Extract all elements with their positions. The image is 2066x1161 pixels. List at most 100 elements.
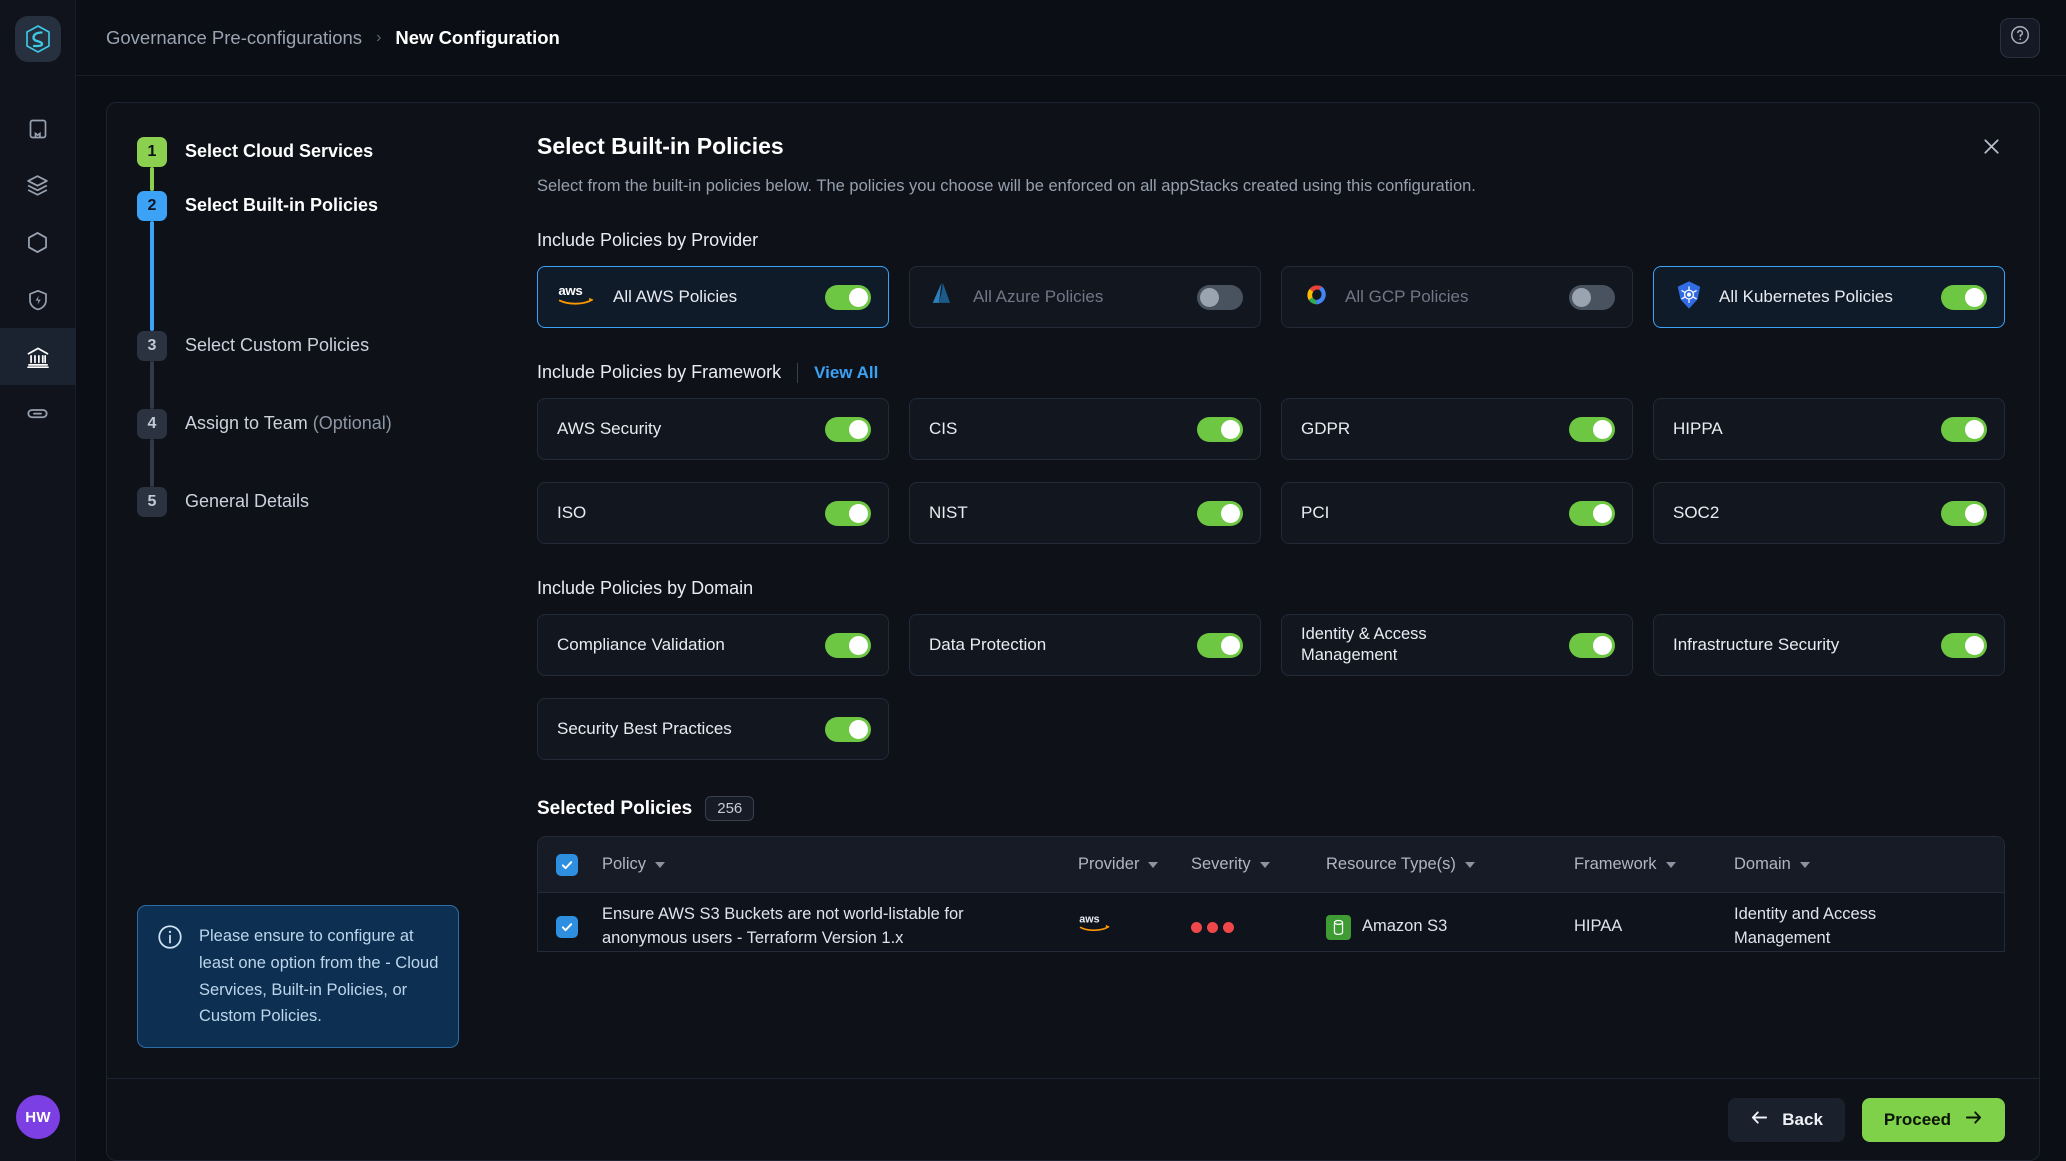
provider-toggle-azure[interactable]	[1197, 284, 1243, 310]
sidebar-item-governance[interactable]	[0, 328, 76, 385]
azure-logo-icon	[929, 280, 959, 315]
step-4[interactable]: 4 Assign to Team (Optional)	[137, 409, 511, 439]
provider-section-title: Include Policies by Provider	[537, 230, 759, 250]
provider-toggle-kubernetes[interactable]	[1941, 284, 1987, 310]
step-connector	[150, 221, 154, 331]
provider-toggle-gcp[interactable]	[1569, 284, 1615, 310]
close-button[interactable]	[1978, 133, 2005, 165]
framework-tile-pci[interactable]: PCI	[1281, 482, 1633, 544]
sidebar-item-integrations[interactable]	[0, 385, 76, 442]
aws-logo-icon: aws	[557, 282, 599, 312]
chevron-down-icon	[1799, 861, 1810, 868]
selected-policies-title: Selected Policies	[537, 797, 693, 819]
book-icon	[26, 117, 50, 141]
domain-toggle[interactable]	[1569, 632, 1615, 658]
cell-resource-type: Amazon S3	[1326, 914, 1574, 940]
column-label: Policy	[602, 855, 647, 873]
column-label: Framework	[1574, 855, 1657, 873]
step-2[interactable]: 2 Select Built-in Policies	[137, 191, 511, 221]
cell-policy: Ensure AWS S3 Buckets are not world-list…	[602, 905, 964, 947]
framework-view-all-link[interactable]: View All	[814, 363, 878, 383]
info-callout: Please ensure to configure at least one …	[137, 905, 459, 1048]
sidebar-item-modules[interactable]	[0, 214, 76, 271]
domain-toggle[interactable]	[1197, 632, 1243, 658]
proceed-button[interactable]: Proceed	[1861, 1097, 2005, 1142]
close-icon	[1980, 139, 2003, 162]
domain-tile-label: Data Protection	[929, 635, 1047, 655]
avatar[interactable]: HW	[16, 1095, 60, 1139]
framework-tile-cis[interactable]: CIS	[909, 398, 1261, 460]
row-checkbox-cell	[556, 916, 602, 938]
app-logo-icon[interactable]	[14, 16, 61, 62]
provider-tile-gcp[interactable]: All GCP Policies	[1281, 266, 1633, 328]
column-header-framework[interactable]: Framework	[1574, 855, 1734, 874]
domain-toggle[interactable]	[825, 716, 871, 742]
domain-tile-data-protection[interactable]: Data Protection	[909, 614, 1261, 676]
framework-toggle[interactable]	[1941, 416, 1987, 442]
panel-header: Select Built-in Policies	[537, 133, 2005, 165]
policies-panel: Select Built-in Policies Select from the…	[511, 103, 2039, 1078]
framework-toggle[interactable]	[1941, 500, 1987, 526]
framework-tile-aws-security[interactable]: AWS Security	[537, 398, 889, 460]
step-5[interactable]: 5 General Details	[137, 487, 511, 517]
breadcrumb-parent[interactable]: Governance Pre-configurations	[106, 27, 362, 49]
framework-tile-hippa[interactable]: HIPPA	[1653, 398, 2005, 460]
framework-toggle[interactable]	[1197, 500, 1243, 526]
domain-tile-identity-access-management[interactable]: Identity & Access Management	[1281, 614, 1633, 676]
step-label: General Details	[185, 491, 310, 511]
provider-tile-grid: aws All AWS Policies All Azure Policies …	[537, 266, 2005, 328]
step-label: Select Built-in Policies	[185, 195, 379, 215]
framework-tile-label: AWS Security	[557, 419, 662, 439]
provider-tile-kubernetes[interactable]: All Kubernetes Policies	[1653, 266, 2005, 328]
column-header-domain[interactable]: Domain	[1734, 855, 1986, 874]
provider-toggle-aws[interactable]	[825, 284, 871, 310]
card-wrapper: 1 Select Cloud Services 2 Select Built-i…	[76, 76, 2066, 1161]
framework-tile-nist[interactable]: NIST	[909, 482, 1261, 544]
framework-toggle[interactable]	[825, 500, 871, 526]
select-all-checkbox[interactable]	[556, 853, 578, 876]
provider-tile-azure[interactable]: All Azure Policies	[909, 266, 1261, 328]
step-badge: 5	[137, 487, 167, 517]
step-connector	[150, 439, 154, 487]
info-callout-text: Please ensure to configure at least one …	[199, 927, 439, 1026]
framework-tile-iso[interactable]: ISO	[537, 482, 889, 544]
step-3[interactable]: 3 Select Custom Policies	[137, 331, 511, 361]
help-button[interactable]	[2000, 17, 2040, 58]
column-header-provider[interactable]: Provider	[1078, 855, 1191, 874]
framework-toggle[interactable]	[1569, 500, 1615, 526]
domain-tile-infrastructure-security[interactable]: Infrastructure Security	[1653, 614, 2005, 676]
chevron-right-icon: ›	[376, 28, 382, 46]
framework-tile-label: HIPPA	[1673, 419, 1723, 439]
domain-toggle[interactable]	[825, 632, 871, 658]
domain-tile-compliance-validation[interactable]: Compliance Validation	[537, 614, 889, 676]
svg-text:aws: aws	[558, 283, 582, 298]
framework-tile-label: PCI	[1301, 503, 1330, 523]
wizard-stepper: 1 Select Cloud Services 2 Select Built-i…	[107, 103, 511, 1078]
column-header-resource-types[interactable]: Resource Type(s)	[1326, 855, 1574, 874]
step-badge: 4	[137, 409, 167, 439]
sidebar-item-stacks[interactable]	[0, 157, 76, 214]
help-circle-icon	[2009, 24, 2031, 51]
step-connector	[150, 167, 154, 191]
framework-toggle[interactable]	[1569, 416, 1615, 442]
framework-toggle[interactable]	[825, 416, 871, 442]
back-button[interactable]: Back	[1728, 1097, 1845, 1142]
link-icon	[25, 401, 50, 426]
domain-tile-security-best-practices[interactable]: Security Best Practices	[537, 698, 889, 760]
back-button-label: Back	[1782, 1109, 1823, 1129]
row-checkbox[interactable]	[556, 916, 578, 938]
provider-tile-aws[interactable]: aws All AWS Policies	[537, 266, 889, 328]
framework-toggle[interactable]	[1197, 416, 1243, 442]
domain-toggle[interactable]	[1941, 632, 1987, 658]
framework-tile-gdpr[interactable]: GDPR	[1281, 398, 1633, 460]
framework-tile-label: GDPR	[1301, 419, 1351, 439]
column-header-severity[interactable]: Severity	[1191, 855, 1326, 874]
step-1[interactable]: 1 Select Cloud Services	[137, 137, 511, 167]
step-badge: 1	[137, 137, 167, 167]
sidebar-item-docs[interactable]	[0, 100, 76, 157]
column-header-policy[interactable]: Policy	[602, 855, 1078, 874]
table-row[interactable]: Ensure AWS S3 Buckets are not world-list…	[538, 893, 2004, 951]
domain-tile-label: Identity & Access Management	[1301, 625, 1427, 664]
framework-tile-soc2[interactable]: SOC2	[1653, 482, 2005, 544]
sidebar-item-security[interactable]	[0, 271, 76, 328]
